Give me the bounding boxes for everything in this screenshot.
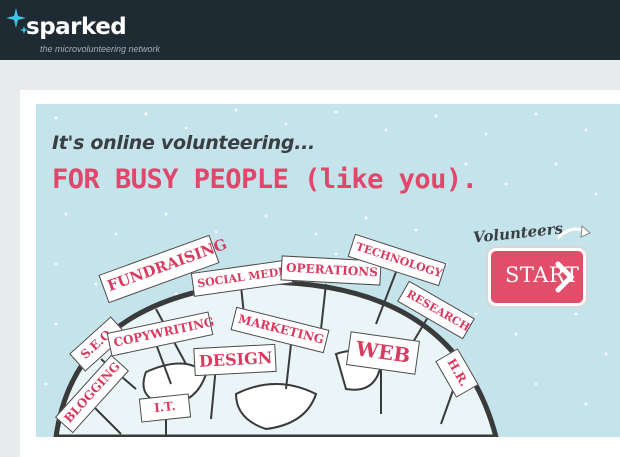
hero-subline: It's online volunteering... <box>52 132 315 154</box>
brand-name: sparked <box>26 14 127 40</box>
start-button[interactable]: START <box>488 248 586 306</box>
hero-headline: FOR BUSY PEOPLE (like you). <box>52 164 478 195</box>
sign-design: DESIGN <box>193 343 277 377</box>
curved-arrow-icon <box>556 224 591 240</box>
chevron-right-icon <box>555 261 575 293</box>
top-bar: sparked the microvolunteering network <box>0 0 620 60</box>
hero-banner: It's online volunteering... FOR BUSY PEO… <box>36 104 620 437</box>
brand-tagline: the microvolunteering network <box>40 44 161 54</box>
sparked-logo[interactable]: sparked the microvolunteering network <box>4 6 204 54</box>
